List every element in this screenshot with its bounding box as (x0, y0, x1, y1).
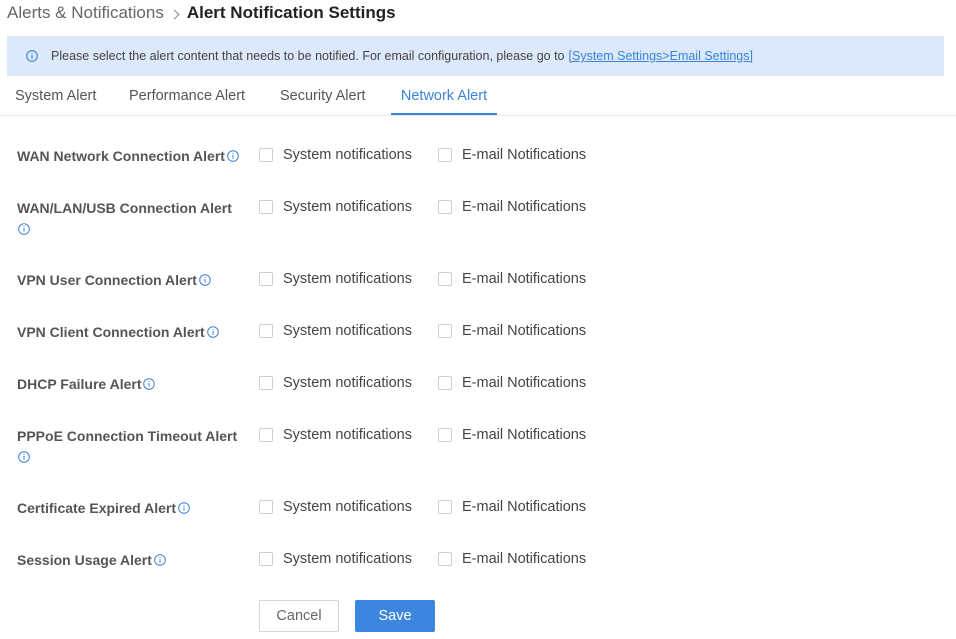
checkbox-label: E-mail Notifications (462, 551, 587, 567)
alert-row-wan-lan-usb-connection: WAN/LAN/USB Connection Alert System noti… (0, 198, 956, 235)
alert-label: WAN Network Connection Alert (17, 146, 245, 167)
chevron-right-icon (169, 9, 180, 19)
alert-label: VPN Client Connection Alert (17, 322, 245, 343)
system-notifications-checkbox[interactable]: System notifications (259, 199, 412, 215)
checkbox[interactable] (259, 148, 273, 162)
system-notifications-checkbox[interactable]: System notifications (259, 427, 412, 443)
cancel-button[interactable]: Cancel (259, 600, 339, 632)
alert-row-certificate-expired: Certificate Expired Alert System notific… (0, 498, 956, 528)
system-notifications-checkbox[interactable]: System notifications (259, 271, 412, 287)
checkbox-label: E-mail Notifications (462, 427, 587, 443)
checkbox-label: E-mail Notifications (462, 323, 587, 339)
info-icon[interactable] (206, 326, 219, 338)
checkbox[interactable] (259, 324, 273, 338)
checkbox-label: E-mail Notifications (462, 271, 587, 287)
system-notifications-checkbox[interactable]: System notifications (259, 551, 412, 567)
checkbox-label: E-mail Notifications (462, 199, 587, 215)
alert-label: PPPoE Connection Timeout Alert (17, 426, 245, 468)
checkbox-label: System notifications (283, 551, 412, 567)
info-icon (26, 50, 38, 62)
alert-label: WAN/LAN/USB Connection Alert (17, 198, 245, 240)
alert-row-pppoe-connection-timeout: PPPoE Connection Timeout Alert System no… (0, 426, 956, 463)
checkbox-label: System notifications (283, 427, 412, 443)
tab-system-alert[interactable]: System Alert (15, 78, 96, 115)
checkbox-label: System notifications (283, 199, 412, 215)
email-notifications-checkbox[interactable]: E-mail Notifications (438, 199, 586, 215)
system-notifications-checkbox[interactable]: System notifications (259, 323, 412, 339)
checkbox[interactable] (438, 324, 452, 338)
alert-label: Session Usage Alert (17, 550, 245, 571)
tab-network-alert[interactable]: Network Alert (391, 78, 497, 115)
system-notifications-checkbox[interactable]: System notifications (259, 147, 412, 163)
save-button[interactable]: Save (355, 600, 435, 632)
checkbox[interactable] (438, 376, 452, 390)
tab-performance-alert[interactable]: Performance Alert (129, 78, 245, 115)
checkbox[interactable] (259, 272, 273, 286)
alert-label: VPN User Connection Alert (17, 270, 245, 291)
checkbox-label: E-mail Notifications (462, 375, 587, 391)
checkbox[interactable] (259, 500, 273, 514)
alert-row-vpn-user-connection: VPN User Connection Alert System notific… (0, 270, 956, 300)
breadcrumb-parent[interactable]: Alerts & Notifications (7, 3, 164, 23)
checkbox[interactable] (259, 376, 273, 390)
tab-security-alert[interactable]: Security Alert (280, 78, 365, 115)
info-icon[interactable] (178, 502, 190, 514)
checkbox[interactable] (259, 428, 273, 442)
info-icon[interactable] (143, 378, 156, 390)
page-title: Alert Notification Settings (186, 3, 396, 22)
email-notifications-checkbox[interactable]: E-mail Notifications (438, 323, 586, 339)
email-notifications-checkbox[interactable]: E-mail Notifications (438, 551, 586, 567)
checkbox[interactable] (438, 428, 452, 442)
alert-label: Certificate Expired Alert (17, 498, 245, 519)
system-notifications-checkbox[interactable]: System notifications (259, 499, 412, 515)
info-banner: Please select the alert content that nee… (7, 36, 944, 76)
checkbox-label: System notifications (283, 499, 412, 515)
checkbox[interactable] (259, 552, 273, 566)
system-notifications-checkbox[interactable]: System notifications (259, 375, 412, 391)
checkbox[interactable] (259, 200, 273, 214)
checkbox-label: E-mail Notifications (462, 147, 587, 163)
checkbox-label: E-mail Notifications (462, 499, 587, 515)
email-notifications-checkbox[interactable]: E-mail Notifications (438, 499, 586, 515)
checkbox[interactable] (438, 200, 452, 214)
checkbox-label: System notifications (283, 375, 412, 391)
alert-tabs: System Alert Performance Alert Security … (0, 78, 956, 116)
banner-text: Please select the alert content that nee… (51, 49, 565, 63)
alert-row-wan-network-connection: WAN Network Connection Alert System noti… (0, 146, 956, 176)
alert-row-session-usage: Session Usage Alert System notifications… (0, 550, 956, 580)
alert-row-vpn-client-connection: VPN Client Connection Alert System notif… (0, 322, 956, 352)
info-icon[interactable] (154, 554, 166, 566)
info-icon[interactable] (227, 150, 239, 162)
checkbox[interactable] (438, 500, 452, 514)
checkbox-label: System notifications (283, 147, 412, 163)
checkbox[interactable] (438, 272, 452, 286)
breadcrumb: Alerts & Notifications Alert Notificatio… (7, 2, 396, 24)
info-icon[interactable] (18, 451, 30, 463)
checkbox-label: System notifications (283, 271, 412, 287)
email-settings-link[interactable]: [System Settings>Email Settings] (569, 49, 753, 63)
email-notifications-checkbox[interactable]: E-mail Notifications (438, 271, 586, 287)
checkbox[interactable] (438, 148, 452, 162)
info-icon[interactable] (18, 223, 30, 235)
checkbox-label: System notifications (283, 323, 412, 339)
email-notifications-checkbox[interactable]: E-mail Notifications (438, 427, 586, 443)
alert-row-dhcp-failure: DHCP Failure Alert System notifications … (0, 374, 956, 404)
email-notifications-checkbox[interactable]: E-mail Notifications (438, 147, 586, 163)
alert-label: DHCP Failure Alert (17, 374, 245, 395)
info-icon[interactable] (199, 274, 211, 286)
email-notifications-checkbox[interactable]: E-mail Notifications (438, 375, 586, 391)
checkbox[interactable] (438, 552, 452, 566)
